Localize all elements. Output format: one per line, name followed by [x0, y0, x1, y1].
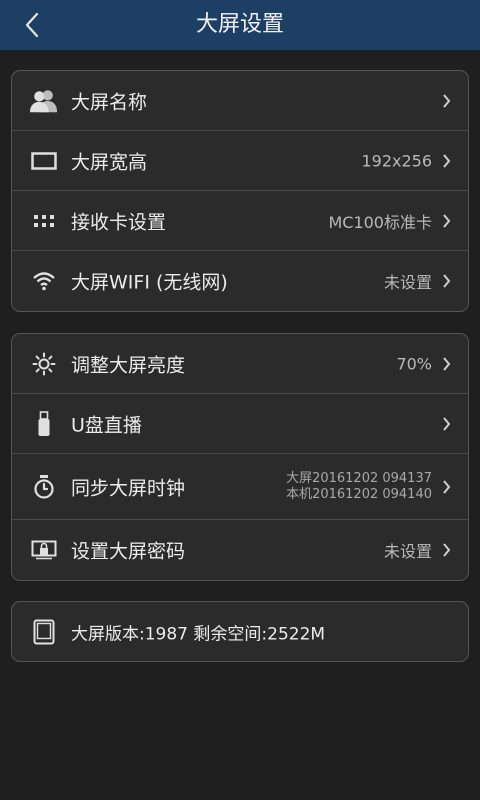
- brightness-icon: [30, 350, 58, 378]
- version-info-card: 大屏版本:1987 剩余空间:2522M: [11, 601, 469, 662]
- row-label: 大屏宽高: [71, 151, 148, 173]
- row-brightness[interactable]: 调整大屏亮度 70%: [12, 334, 468, 394]
- version-info-text: 大屏版本:1987 剩余空间:2522M: [71, 624, 326, 644]
- chevron-right-icon: [440, 479, 452, 495]
- lock-screen-icon: [30, 536, 58, 564]
- screen-clock-value: 大屏20161202 094137: [286, 470, 432, 486]
- stopwatch-icon: [30, 473, 58, 501]
- device-icon: [30, 618, 58, 646]
- row-label: 大屏WIFI (无线网): [71, 271, 228, 294]
- row-value: 未设置: [383, 273, 432, 292]
- row-label: 大屏名称: [71, 91, 148, 113]
- row-label: 同步大屏时钟: [71, 477, 186, 499]
- row-screen-size[interactable]: 大屏宽高 192x256: [12, 131, 468, 191]
- chevron-right-icon: [440, 273, 452, 289]
- row-sync-clock[interactable]: 同步大屏时钟 大屏20161202 094137 本机20161202 0941…: [12, 454, 468, 520]
- chevron-right-icon: [440, 356, 452, 372]
- usb-drive-icon: [30, 410, 58, 438]
- wifi-icon: [30, 267, 58, 295]
- row-value: MC100标准卡: [328, 212, 432, 232]
- version-info-row: 大屏版本:1987 剩余空间:2522M: [12, 602, 468, 661]
- screen-settings-group: 大屏名称 大屏宽高 192x256 接收卡设置 MC100标准卡 大屏WIFI …: [11, 70, 469, 312]
- row-label: 接收卡设置: [71, 211, 167, 233]
- chevron-right-icon: [440, 542, 452, 558]
- users-icon: [30, 87, 58, 115]
- row-value: 192x256: [361, 151, 432, 170]
- screen-control-group: 调整大屏亮度 70% U盘直播 同步大屏时钟 大屏20161202 094137…: [11, 333, 469, 581]
- grid-dots-icon: [30, 207, 58, 235]
- chevron-right-icon: [440, 213, 452, 229]
- row-label: 设置大屏密码: [71, 540, 186, 563]
- chevron-right-icon: [440, 153, 452, 169]
- clock-values: 大屏20161202 094137 本机20161202 094140: [286, 471, 432, 503]
- row-usb-live[interactable]: U盘直播: [12, 394, 468, 454]
- page-title: 大屏设置: [195, 12, 284, 37]
- row-screen-name[interactable]: 大屏名称: [12, 71, 468, 131]
- row-value: 70%: [396, 354, 432, 373]
- row-value: 未设置: [383, 542, 432, 561]
- chevron-right-icon: [440, 416, 452, 432]
- local-clock-value: 本机20161202 094140: [286, 486, 432, 502]
- top-bar: 大屏设置: [0, 0, 480, 50]
- chevron-right-icon: [440, 93, 452, 109]
- row-label: 调整大屏亮度: [71, 354, 186, 376]
- row-label: U盘直播: [71, 414, 142, 436]
- row-screen-wifi[interactable]: 大屏WIFI (无线网) 未设置: [12, 251, 468, 311]
- screen-rect-icon: [30, 147, 58, 175]
- row-screen-password[interactable]: 设置大屏密码 未设置: [12, 520, 468, 580]
- row-receiver-card[interactable]: 接收卡设置 MC100标准卡: [12, 191, 468, 251]
